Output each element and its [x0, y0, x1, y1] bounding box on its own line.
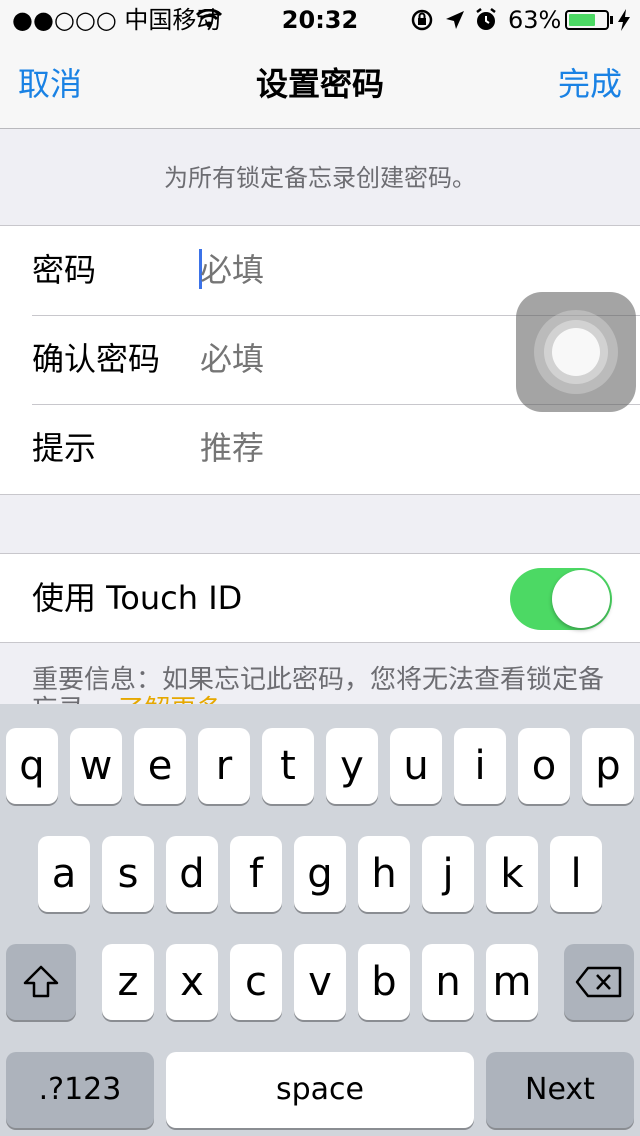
key-c[interactable]: c: [230, 944, 282, 1020]
key-a[interactable]: a: [38, 836, 90, 912]
charging-icon: [618, 9, 630, 31]
keyboard: qwertyuiop asdfghjkl zxcvbnm .?123 space…: [0, 704, 640, 1136]
key-v[interactable]: v: [294, 944, 346, 1020]
password-field[interactable]: [200, 250, 500, 290]
key-p[interactable]: p: [582, 728, 634, 804]
key-b[interactable]: b: [358, 944, 410, 1020]
hint-row: 提示: [0, 404, 640, 493]
key-l[interactable]: l: [550, 836, 602, 912]
delete-icon: [575, 966, 622, 998]
key-z[interactable]: z: [102, 944, 154, 1020]
key-f[interactable]: f: [230, 836, 282, 912]
battery-icon: [565, 10, 613, 30]
numbers-key[interactable]: .?123: [6, 1052, 154, 1128]
key-u[interactable]: u: [390, 728, 442, 804]
key-m[interactable]: m: [486, 944, 538, 1020]
delete-key[interactable]: [564, 944, 634, 1020]
touch-id-row: 使用 Touch ID: [0, 553, 640, 643]
page-title: 设置密码: [255, 65, 384, 103]
done-button[interactable]: 完成: [558, 64, 622, 104]
key-i[interactable]: i: [454, 728, 506, 804]
key-w[interactable]: w: [70, 728, 122, 804]
lock-rotation-icon: [411, 9, 433, 31]
confirm-password-field[interactable]: [200, 339, 500, 379]
footer-peek-text: 忘录。: [32, 695, 110, 704]
key-j[interactable]: j: [422, 836, 474, 912]
key-k[interactable]: k: [486, 836, 538, 912]
key-e[interactable]: e: [134, 728, 186, 804]
key-o[interactable]: o: [518, 728, 570, 804]
key-g[interactable]: g: [294, 836, 346, 912]
toggle-knob: [552, 570, 610, 628]
location-icon: [446, 11, 464, 29]
hint-label: 提示: [32, 429, 97, 467]
key-d[interactable]: d: [166, 836, 218, 912]
status-bar: ●●○○○ 中国移动 20:32 63%: [0, 0, 640, 40]
footer-note-continued: 忘录。 了解更多...: [32, 690, 622, 704]
assistive-touch-icon[interactable]: [516, 292, 636, 412]
alarm-icon: [476, 8, 496, 30]
learn-more-link[interactable]: 了解更多...: [118, 695, 247, 704]
section-header-note: 为所有锁定备忘录创建密码。: [164, 164, 476, 192]
shift-icon: [23, 965, 59, 998]
battery-percent: 63%: [508, 6, 562, 34]
touch-id-label: 使用 Touch ID: [32, 579, 243, 617]
key-s[interactable]: s: [102, 836, 154, 912]
touch-id-toggle[interactable]: [510, 568, 612, 630]
key-h[interactable]: h: [358, 836, 410, 912]
key-r[interactable]: r: [198, 728, 250, 804]
key-y[interactable]: y: [326, 728, 378, 804]
space-key[interactable]: space: [166, 1052, 474, 1128]
key-t[interactable]: t: [262, 728, 314, 804]
key-x[interactable]: x: [166, 944, 218, 1020]
key-n[interactable]: n: [422, 944, 474, 1020]
confirm-password-label: 确认密码: [32, 340, 161, 378]
password-label: 密码: [32, 251, 97, 289]
next-key[interactable]: Next: [486, 1052, 634, 1128]
hint-field[interactable]: [200, 428, 500, 468]
key-q[interactable]: q: [6, 728, 58, 804]
navigation-bar: 取消 设置密码 完成: [0, 40, 640, 129]
shift-key[interactable]: [6, 944, 76, 1020]
